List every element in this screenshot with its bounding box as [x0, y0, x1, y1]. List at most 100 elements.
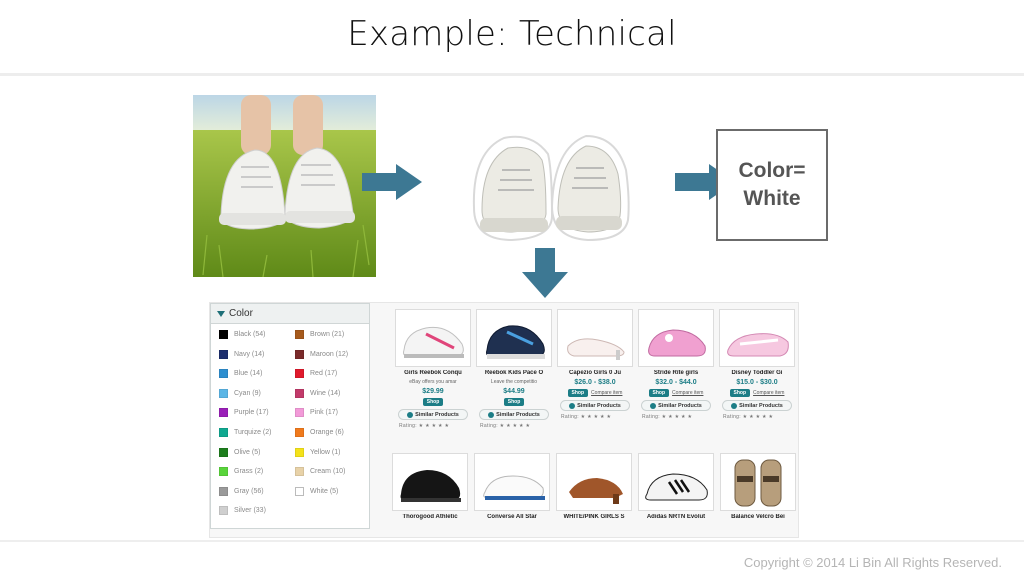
- product-image[interactable]: [395, 309, 471, 367]
- color-option[interactable]: White (5): [295, 486, 338, 496]
- product-description: eBay offers you amar: [409, 379, 457, 385]
- product-card[interactable]: WHITE/PINK GIRLS S: [556, 453, 632, 520]
- color-option[interactable]: Navy (14): [219, 349, 264, 359]
- product-name[interactable]: Converse All Star: [474, 514, 550, 520]
- product-image[interactable]: [392, 453, 468, 511]
- compare-item-link[interactable]: Compare item: [753, 390, 784, 396]
- compare-item-link[interactable]: Compare item: [672, 390, 703, 396]
- color-option[interactable]: Cream (10): [295, 467, 345, 477]
- color-option[interactable]: Turquize (2): [219, 428, 271, 437]
- similar-icon: [488, 411, 495, 418]
- product-description: Leave the competitio: [490, 379, 538, 385]
- shop-button[interactable]: Shop: [503, 398, 525, 406]
- color-swatch: [295, 369, 304, 379]
- down-arrow-icon: [522, 248, 568, 298]
- color-swatch: [219, 428, 228, 437]
- product-card[interactable]: Converse All Star: [474, 453, 550, 520]
- similar-products-button[interactable]: Similar Products: [479, 409, 549, 420]
- color-option[interactable]: Purple (17): [219, 408, 269, 418]
- similar-products-button[interactable]: Similar Products: [560, 400, 630, 411]
- color-option[interactable]: Silver (33): [219, 506, 266, 516]
- product-card[interactable]: Reebok Kids Pace O Leave the competitio …: [476, 309, 552, 429]
- product-price: $29.99: [422, 388, 444, 395]
- similar-icon: [650, 402, 657, 409]
- similar-products-button[interactable]: Similar Products: [722, 400, 792, 411]
- color-swatch: [219, 330, 228, 339]
- color-option[interactable]: Grass (2): [219, 467, 263, 477]
- sneakers-on-grass-photo: [193, 95, 376, 277]
- color-swatch: [219, 349, 228, 359]
- product-name[interactable]: Thorogood Athletic: [392, 514, 468, 520]
- product-card[interactable]: Girls Reebok Conqu eBay offers you amar …: [395, 309, 471, 429]
- color-swatch: [295, 330, 304, 339]
- product-rating: Rating: ★ ★ ★ ★ ★: [561, 414, 612, 420]
- similar-products-button[interactable]: Similar Products: [398, 409, 468, 420]
- product-name[interactable]: WHITE/PINK GIRLS S: [556, 514, 632, 520]
- compare-item-link[interactable]: Compare item: [591, 390, 622, 396]
- product-image[interactable]: [474, 453, 550, 511]
- color-option[interactable]: Yellow (1): [295, 447, 340, 457]
- product-name[interactable]: Disney Toddler Gi: [719, 370, 795, 376]
- product-name[interactable]: Reebok Kids Pace O: [476, 370, 552, 376]
- color-facet-header[interactable]: Color: [211, 304, 369, 324]
- color-option[interactable]: Blue (14): [219, 369, 262, 379]
- copyright-notice: Copyright © 2014 Li Bin All Rights Reser…: [743, 555, 1002, 570]
- product-image[interactable]: [557, 309, 633, 367]
- color-swatch: [295, 486, 304, 496]
- color-option[interactable]: Olive (5): [219, 447, 260, 457]
- shopping-results-panel: Color Black (54) Navy (14) Blue (14) Cya…: [209, 302, 799, 538]
- color-swatch: [219, 506, 228, 516]
- product-price: $15.0 - $30.0: [736, 379, 778, 386]
- product-name[interactable]: Capezio Girls 0 Ju: [557, 370, 633, 376]
- color-swatch: [219, 408, 228, 418]
- shop-button[interactable]: Shop: [648, 389, 670, 397]
- segmented-shoes-image: [468, 130, 632, 245]
- shop-button[interactable]: Shop: [729, 389, 751, 397]
- product-card[interactable]: Adidas NRTN Evolut: [638, 453, 714, 520]
- color-swatch: [219, 467, 228, 477]
- product-image[interactable]: [720, 453, 796, 511]
- product-card[interactable]: Capezio Girls 0 Ju $26.0 - $38.0 Shop Com…: [557, 309, 633, 420]
- color-option[interactable]: Pink (17): [295, 408, 338, 418]
- color-option[interactable]: Gray (56): [219, 486, 264, 496]
- product-rating: Rating: ★ ★ ★ ★ ★: [399, 423, 450, 429]
- product-image[interactable]: [719, 309, 795, 367]
- product-card[interactable]: Disney Toddler Gi $15.0 - $30.0 Shop Comp…: [719, 309, 795, 420]
- color-option[interactable]: Wine (14): [295, 388, 340, 398]
- color-option[interactable]: Maroon (12): [295, 349, 348, 359]
- product-card[interactable]: Balance Velcro Bei: [720, 453, 796, 520]
- color-option[interactable]: Red (17): [295, 369, 337, 379]
- product-card[interactable]: Stride Rite girls $32.0 - $44.0 Shop Comp…: [638, 309, 714, 420]
- similar-products-button[interactable]: Similar Products: [641, 400, 711, 411]
- product-rating: Rating: ★ ★ ★ ★ ★: [480, 423, 531, 429]
- product-image[interactable]: [556, 453, 632, 511]
- product-name[interactable]: Girls Reebok Conqu: [395, 370, 471, 376]
- color-option[interactable]: Black (54): [219, 330, 266, 339]
- product-name[interactable]: Stride Rite girls: [638, 370, 714, 376]
- color-option[interactable]: Brown (21): [295, 330, 344, 339]
- similar-icon: [407, 411, 414, 418]
- product-name[interactable]: Adidas NRTN Evolut: [638, 514, 714, 520]
- product-image[interactable]: [476, 309, 552, 367]
- color-swatch: [295, 467, 304, 477]
- product-name[interactable]: Balance Velcro Bei: [720, 514, 796, 520]
- similar-icon: [731, 402, 738, 409]
- product-rating: Rating: ★ ★ ★ ★ ★: [723, 414, 774, 420]
- product-image[interactable]: [638, 309, 714, 367]
- shop-button[interactable]: Shop: [567, 389, 589, 397]
- color-swatch: [219, 388, 228, 398]
- similar-icon: [569, 402, 576, 409]
- product-price: $26.0 - $38.0: [574, 379, 616, 386]
- color-option[interactable]: Orange (6): [295, 428, 344, 437]
- color-swatch: [219, 486, 228, 496]
- slide-header: Example: Technical: [0, 0, 1024, 76]
- color-swatch: [219, 369, 228, 379]
- color-result-box: Color= White: [716, 129, 828, 241]
- product-card[interactable]: Thorogood Athletic: [392, 453, 468, 520]
- shop-button[interactable]: Shop: [422, 398, 444, 406]
- slide-title: Example: Technical: [347, 14, 677, 54]
- color-facet-title: Color: [229, 308, 253, 319]
- color-swatch: [295, 388, 304, 398]
- color-option[interactable]: Cyan (9): [219, 388, 261, 398]
- product-image[interactable]: [638, 453, 714, 511]
